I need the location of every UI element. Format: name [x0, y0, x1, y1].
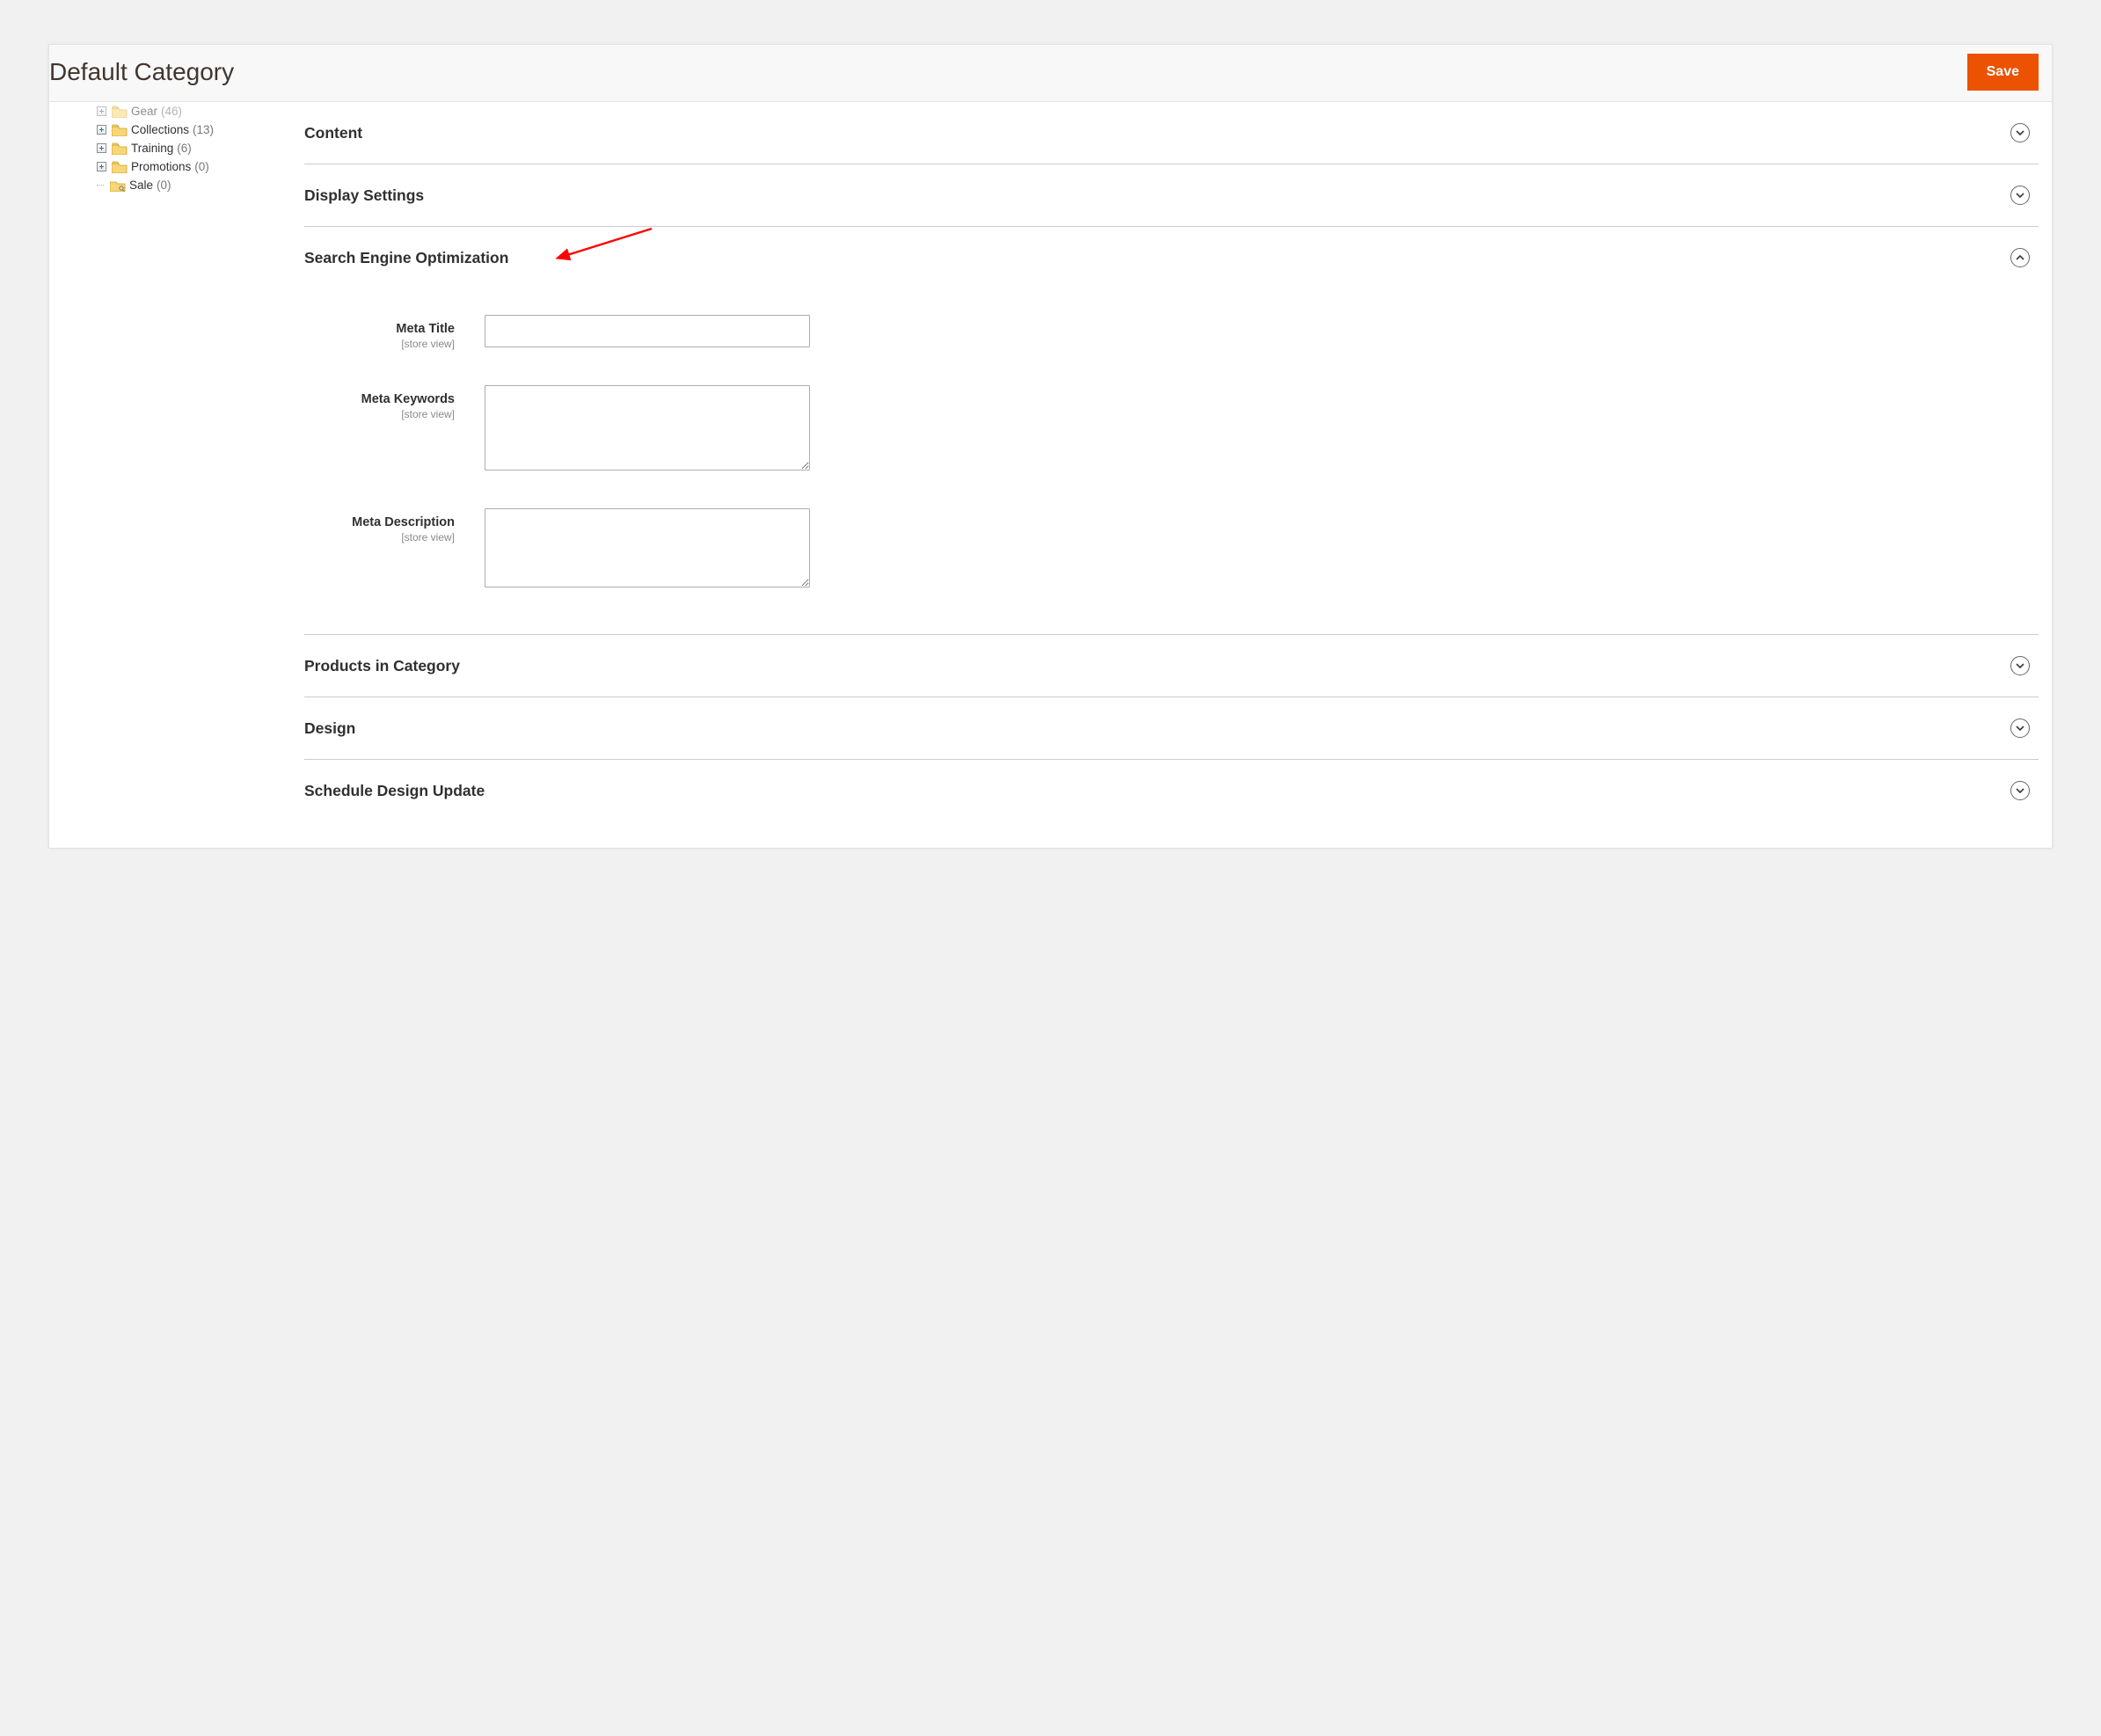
fieldset-header-products[interactable]: Products in Category: [304, 635, 2039, 697]
chevron-down-icon: [2010, 123, 2030, 142]
field-meta-keywords: Meta Keywords [store view]: [304, 385, 2039, 473]
category-edit-panel: Default Category Save Gear (46): [48, 44, 2053, 849]
tree-item-promotions[interactable]: Promotions (0): [97, 157, 295, 176]
fieldset-display-settings: Display Settings: [304, 164, 2039, 226]
label-scope: [store view]: [304, 338, 455, 350]
fieldset-title: Schedule Design Update: [304, 782, 485, 800]
expand-icon[interactable]: [97, 125, 106, 135]
meta-title-input[interactable]: [485, 315, 810, 347]
fieldset-body-seo: Meta Title [store view] Meta Keywords [s…: [304, 288, 2039, 634]
tree-item-gear[interactable]: Gear (46): [97, 102, 295, 120]
fieldset-title: Design: [304, 719, 355, 738]
label-text: Meta Title: [304, 322, 455, 336]
tree-item-label: Collections: [131, 123, 189, 136]
category-tree: Gear (46) Collections (13) Train: [58, 102, 295, 194]
fieldset-title: Search Engine Optimization: [304, 249, 508, 267]
tree-item-count: (6): [177, 142, 192, 155]
field-meta-description: Meta Description [store view]: [304, 508, 2039, 590]
label-scope: [store view]: [304, 531, 455, 543]
panel-header: Default Category Save: [49, 45, 2052, 102]
tree-item-count: (13): [193, 123, 214, 136]
meta-keywords-input[interactable]: [485, 385, 810, 470]
folder-search-icon: [110, 179, 126, 192]
tree-item-label: Training: [131, 142, 173, 155]
fieldset-header-content[interactable]: Content: [304, 102, 2039, 164]
tree-item-count: (0): [194, 160, 209, 173]
field-label: Meta Description [store view]: [304, 508, 485, 543]
field-control: [485, 508, 810, 590]
fieldset-header-seo[interactable]: Search Engine Optimization: [304, 227, 2039, 288]
fieldset-schedule: Schedule Design Update: [304, 759, 2039, 821]
field-control: [485, 315, 810, 347]
expand-icon[interactable]: [97, 106, 106, 116]
fieldset-title: Content: [304, 124, 362, 142]
chevron-down-icon: [2010, 186, 2030, 205]
field-meta-title: Meta Title [store view]: [304, 315, 2039, 350]
tree-item-collections[interactable]: Collections (13): [97, 120, 295, 139]
label-scope: [store view]: [304, 408, 455, 420]
expand-icon[interactable]: [97, 162, 106, 171]
panel-body: Gear (46) Collections (13) Train: [49, 102, 2052, 848]
tree-item-count: (0): [157, 179, 171, 192]
page-title: Default Category: [49, 58, 234, 86]
label-text: Meta Description: [304, 515, 455, 529]
chevron-down-icon: [2010, 656, 2030, 675]
fieldset-title: Products in Category: [304, 657, 460, 675]
fieldset-design: Design: [304, 697, 2039, 759]
meta-description-input[interactable]: [485, 508, 810, 587]
tree-leaf-connector: [97, 180, 106, 190]
fieldset-products: Products in Category: [304, 634, 2039, 697]
tree-item-label: Promotions: [131, 160, 191, 173]
field-label: Meta Keywords [store view]: [304, 385, 485, 420]
folder-icon: [112, 106, 128, 118]
chevron-down-icon: [2010, 781, 2030, 800]
fieldset-header-design[interactable]: Design: [304, 697, 2039, 759]
main-content: Content Display Settings Searc: [304, 102, 2052, 848]
label-text: Meta Keywords: [304, 392, 455, 406]
field-label: Meta Title [store view]: [304, 315, 485, 350]
tree-item-sale[interactable]: Sale (0): [97, 176, 295, 194]
tree-item-count: (46): [161, 105, 182, 118]
folder-icon: [112, 124, 128, 136]
category-tree-sidebar: Gear (46) Collections (13) Train: [49, 102, 304, 212]
fieldset-header-schedule[interactable]: Schedule Design Update: [304, 760, 2039, 821]
tree-item-training[interactable]: Training (6): [97, 139, 295, 157]
fieldset-header-display[interactable]: Display Settings: [304, 164, 2039, 226]
chevron-down-icon: [2010, 718, 2030, 738]
tree-item-label: Gear: [131, 105, 157, 118]
field-control: [485, 385, 810, 473]
fieldset-seo: Search Engine Optimization: [304, 226, 2039, 634]
fieldset-title: Display Settings: [304, 186, 424, 205]
save-button[interactable]: Save: [1967, 54, 2039, 91]
fieldset-content: Content: [304, 102, 2039, 164]
folder-icon: [112, 142, 128, 155]
expand-icon[interactable]: [97, 143, 106, 153]
tree-item-label: Sale: [129, 179, 153, 192]
chevron-up-icon: [2010, 248, 2030, 267]
folder-icon: [112, 161, 128, 173]
